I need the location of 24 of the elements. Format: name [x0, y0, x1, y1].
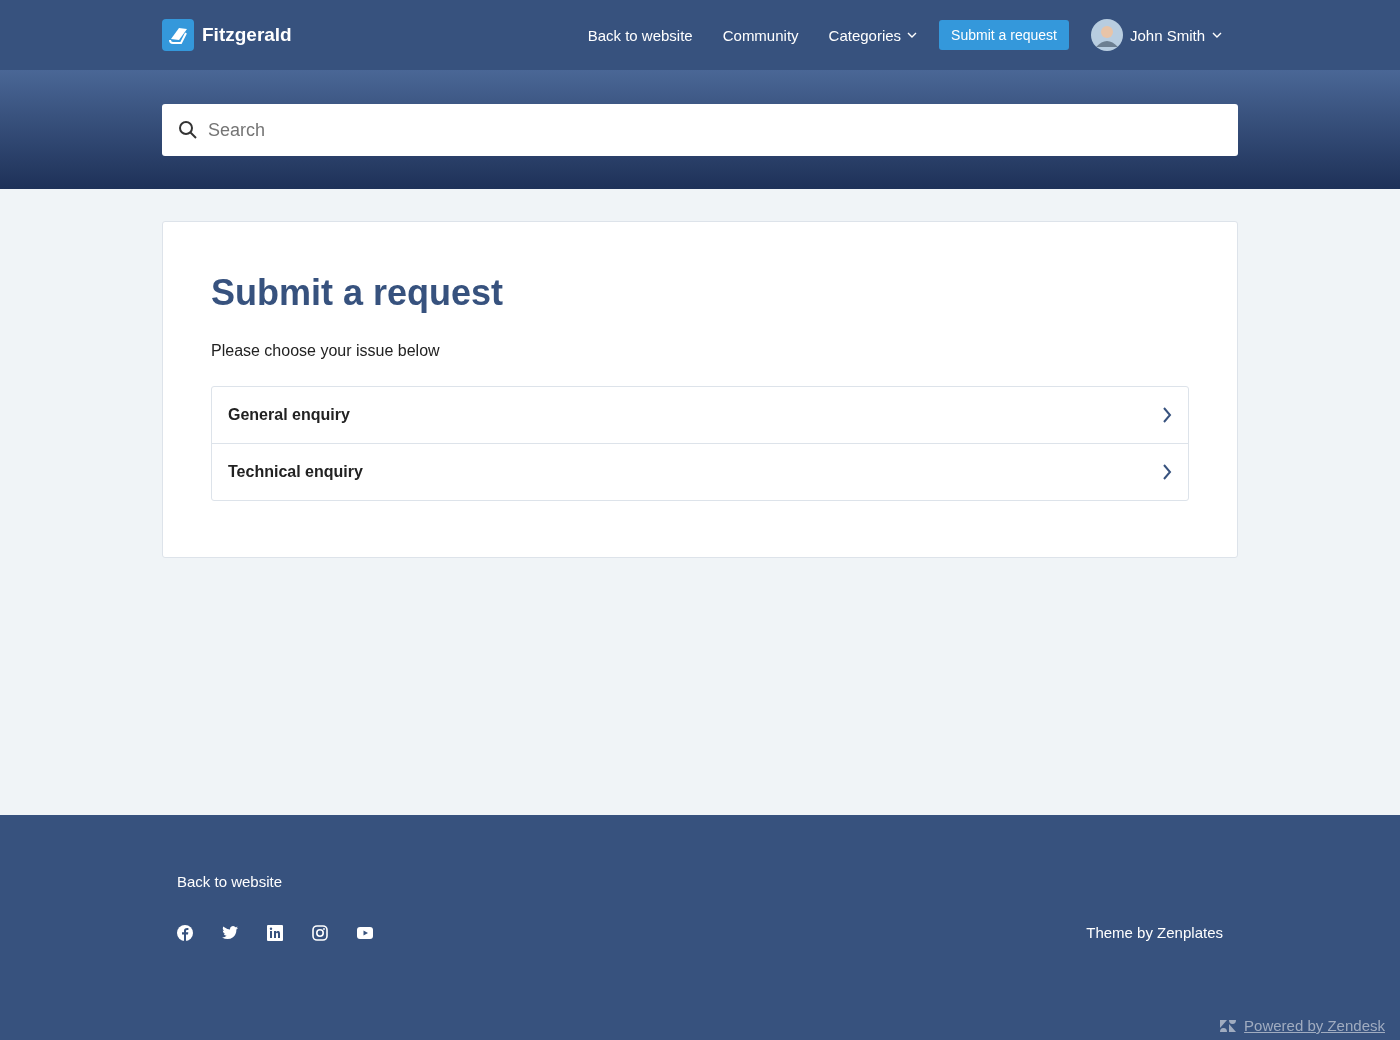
user-menu[interactable]: John Smith: [1090, 19, 1222, 51]
search-field[interactable]: Search: [162, 104, 1238, 156]
brand-name[interactable]: Fitzgerald: [202, 24, 292, 46]
book-logo-icon[interactable]: [162, 19, 194, 51]
instagram-icon[interactable]: [312, 924, 328, 941]
footer-link[interactable]: Back to website: [177, 873, 283, 890]
twitter-icon[interactable]: [222, 924, 238, 941]
page-subtitle: Please choose your issue below: [211, 342, 441, 360]
linkedin-icon[interactable]: [267, 924, 283, 941]
chevron-down-icon: [907, 32, 918, 38]
chevron-down-icon: [1212, 32, 1222, 38]
youtube-icon[interactable]: [357, 924, 373, 941]
issue-option[interactable]: Technical enquiry: [212, 443, 1188, 500]
facebook-icon[interactable]: [177, 924, 193, 941]
nav-link[interactable]: Back to website: [587, 26, 693, 44]
theme-credit: Theme by Zenplates: [1086, 924, 1223, 941]
nav-dropdown[interactable]: Categories: [828, 26, 918, 44]
issue-option[interactable]: General enquiry: [212, 387, 1188, 443]
search-icon: [178, 120, 198, 140]
chevron-right-icon: [1162, 463, 1172, 481]
nav-link[interactable]: Community: [722, 26, 799, 44]
avatar-icon: [1090, 19, 1123, 51]
page-title: Submit a request: [211, 272, 505, 314]
chevron-right-icon: [1162, 406, 1172, 424]
